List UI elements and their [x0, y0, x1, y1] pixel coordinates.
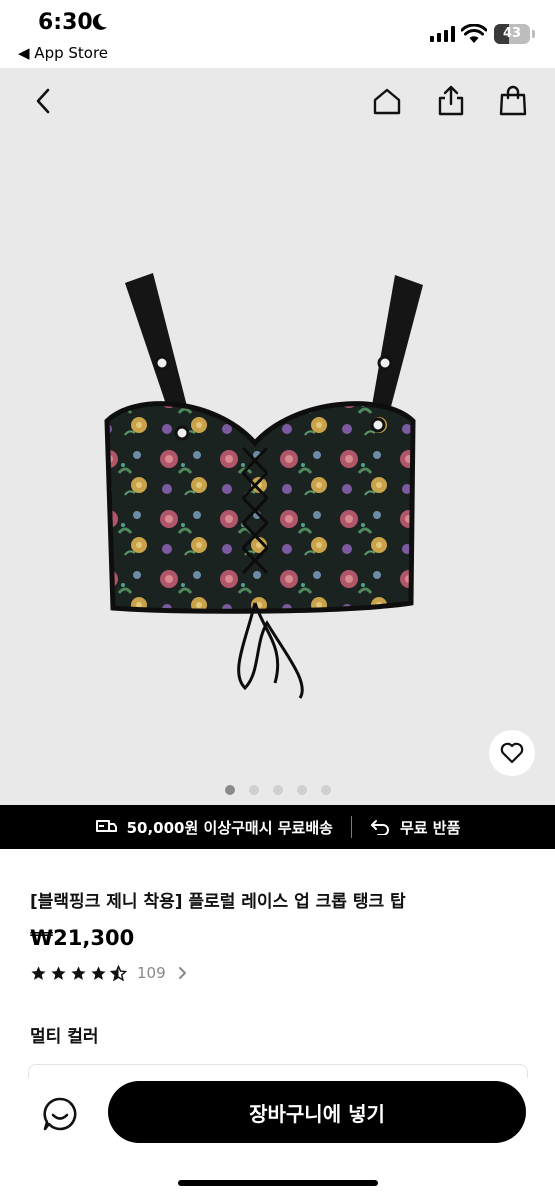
free-shipping-info: 50,000원 이상구매시 무료배송: [95, 817, 333, 838]
free-return-info: 무료 반품: [370, 817, 460, 838]
product-title: [블랙핑크 제니 착용] 플로럴 레이스 업 크롭 탱크 탑: [30, 892, 406, 912]
shopping-bag-icon: [499, 85, 527, 116]
star-icon: [71, 965, 86, 980]
home-icon: [373, 88, 401, 115]
chevron-left-icon: [36, 88, 50, 114]
return-arrow-icon: [370, 819, 390, 835]
free-return-text: 무료 반품: [399, 818, 461, 837]
banner-divider: [350, 816, 352, 838]
status-bar: 6:30 ◀ App Store 43: [0, 0, 555, 68]
share-icon: [438, 85, 464, 116]
wishlist-button[interactable]: [489, 730, 535, 776]
moon-icon: [92, 13, 107, 30]
product-price: ₩21,300: [30, 926, 135, 950]
pagination-dot[interactable]: [320, 785, 331, 795]
product-rating[interactable]: 109: [30, 964, 187, 982]
chat-smile-icon: [43, 1097, 77, 1131]
free-shipping-text: 50,000원 이상구매시 무료배송: [126, 818, 333, 837]
battery-tip: [532, 30, 535, 38]
battery-icon: 43: [494, 24, 530, 44]
add-to-cart-button[interactable]: 장바구니에 넣기: [108, 1081, 526, 1143]
star-icon: [91, 965, 106, 980]
star-icon: [110, 964, 127, 981]
status-time: 6:30: [38, 10, 93, 35]
cellular-signal-icon: [430, 26, 455, 42]
heart-icon: [500, 742, 524, 764]
home-indicator: [178, 1180, 378, 1186]
rating-stars: [30, 964, 127, 982]
product-gallery[interactable]: [0, 68, 555, 805]
pagination-dot[interactable]: [272, 785, 283, 795]
chat-button[interactable]: [40, 1094, 80, 1134]
chevron-right-icon: [178, 966, 187, 980]
back-to-app-link[interactable]: ◀ App Store: [18, 44, 108, 62]
star-icon: [51, 965, 66, 980]
battery-percent: 43: [502, 26, 522, 41]
back-button[interactable]: [26, 84, 60, 118]
shipping-banner: 50,000원 이상구매시 무료배송 무료 반품: [0, 805, 555, 849]
pagination-dot[interactable]: [248, 785, 259, 795]
star-icon: [31, 965, 46, 980]
wifi-icon: [461, 24, 487, 43]
home-button[interactable]: [368, 82, 406, 120]
gallery-pagination: [0, 785, 555, 795]
cart-button[interactable]: [494, 80, 532, 120]
review-count: 109: [137, 964, 166, 982]
truck-icon: [95, 819, 117, 835]
product-image: [104, 273, 423, 699]
share-button[interactable]: [432, 80, 470, 120]
color-option-label: 멀티 컬러: [30, 1027, 99, 1047]
pagination-dot[interactable]: [224, 785, 235, 795]
pagination-dot[interactable]: [296, 785, 307, 795]
